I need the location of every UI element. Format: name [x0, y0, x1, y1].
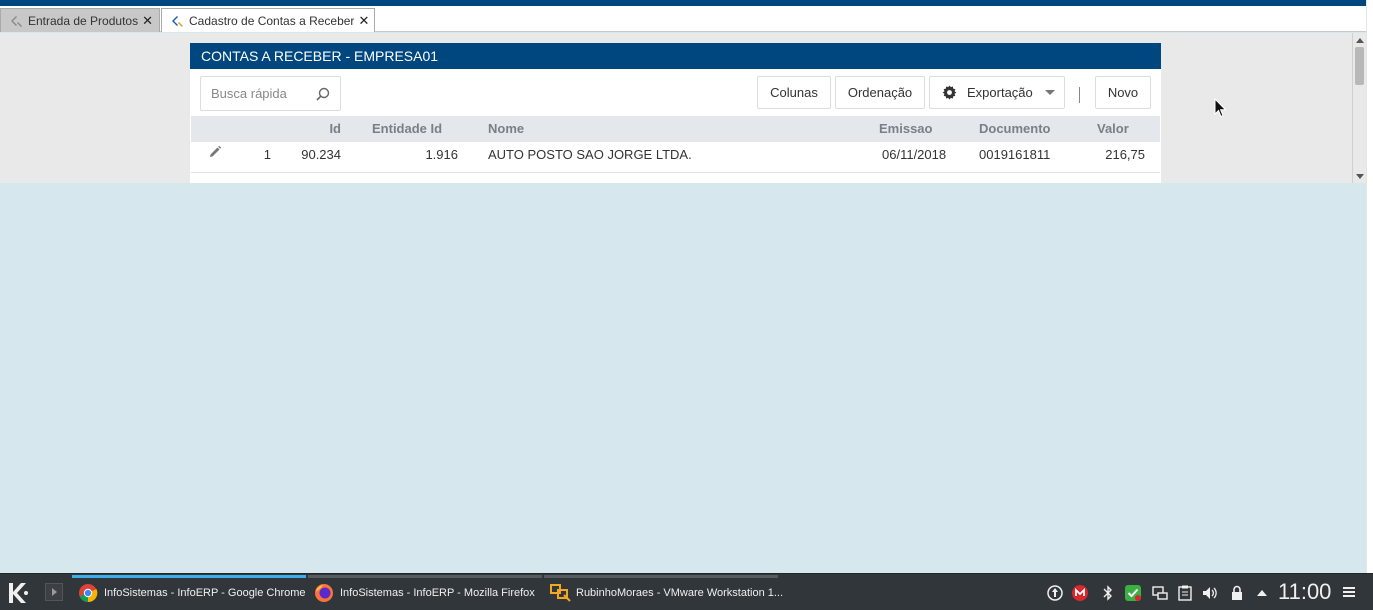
pager-icon[interactable] — [45, 583, 63, 601]
tray-expand-icon[interactable] — [1253, 584, 1271, 602]
lock-icon[interactable] — [1228, 584, 1246, 602]
tab-label: Cadastro de Contas a Receber — [189, 13, 355, 28]
vmware-icon — [550, 583, 571, 603]
search-box — [200, 76, 341, 111]
cell-valor: 216,75 — [1105, 147, 1145, 162]
ordenacao-button[interactable]: Ordenação — [835, 76, 925, 109]
sync-check-icon[interactable] — [1124, 584, 1142, 602]
column-header-id[interactable]: Id — [291, 116, 341, 142]
app-logo-icon — [9, 14, 24, 28]
column-header-documento[interactable]: Documento — [979, 116, 1051, 142]
column-header-entidade-id[interactable]: Entidade Id — [372, 116, 442, 142]
menu-icon[interactable] — [1343, 587, 1355, 597]
cell-emissao: 06/11/2018 — [882, 147, 947, 162]
chrome-icon — [78, 583, 98, 603]
firefox-icon — [314, 583, 334, 603]
grid-header: Id Entidade Id Nome Emissao Documento Va… — [191, 116, 1160, 142]
task-chrome[interactable]: InfoSistemas - InfoERP - Google Chrome — [72, 574, 306, 610]
bluetooth-icon[interactable] — [1099, 584, 1117, 602]
panel-title: CONTAS A RECEBER - EMPRESA01 — [190, 43, 1161, 69]
scroll-up-arrow-icon[interactable] — [1356, 38, 1364, 43]
volume-icon[interactable] — [1201, 584, 1219, 602]
task-label: RubinhoMoraes - VMware Workstation 1... — [576, 586, 784, 599]
network-icon[interactable] — [1151, 584, 1169, 602]
task-indicator — [72, 575, 306, 578]
toolbar-divider — [1079, 87, 1080, 103]
cell-id: 90.234 — [301, 147, 341, 162]
search-input[interactable] — [201, 77, 311, 110]
clock[interactable]: 11:00 — [1278, 577, 1331, 607]
mouse-cursor-icon — [1214, 97, 1228, 118]
column-header-valor[interactable]: Valor — [1097, 116, 1129, 142]
app-logo-icon — [170, 14, 185, 28]
table-row-partial[interactable] — [191, 174, 1160, 183]
cell-entidade-id: 1.916 — [425, 147, 458, 162]
task-firefox[interactable]: InfoSistemas - InfoERP - Mozilla Firefox — [308, 574, 542, 610]
colunas-button[interactable]: Colunas — [757, 76, 831, 109]
taskbar: InfoSistemas - InfoERP - Google Chrome I… — [0, 573, 1373, 610]
clipboard-icon[interactable] — [1176, 584, 1194, 602]
exportacao-button[interactable]: Exportação — [929, 76, 1065, 109]
kde-launcher-icon[interactable] — [6, 580, 32, 606]
tab-entrada-de-produtos[interactable]: Entrada de Produtos ✕ — [0, 8, 160, 32]
cell-documento: 0019161811 — [979, 147, 1051, 162]
toolbar: Colunas Ordenação Exportação Novo — [190, 69, 1161, 115]
scroll-down-arrow-icon[interactable] — [1356, 174, 1364, 179]
novo-button[interactable]: Novo — [1095, 76, 1151, 109]
task-vmware[interactable]: RubinhoMoraes - VMware Workstation 1... — [544, 574, 783, 610]
edit-pencil-icon[interactable] — [208, 142, 222, 157]
row-number: 1 — [263, 147, 271, 162]
tab-cadastro-de-contas-a-receber[interactable]: Cadastro de Contas a Receber ✕ — [161, 8, 375, 32]
close-icon[interactable]: ✕ — [142, 14, 153, 27]
column-header-nome[interactable]: Nome — [488, 116, 524, 142]
contas-panel: CONTAS A RECEBER - EMPRESA01 Colunas Ord… — [190, 43, 1161, 183]
task-label: InfoSistemas - InfoERP - Google Chrome — [104, 586, 306, 599]
close-icon[interactable]: ✕ — [358, 14, 369, 27]
gear-icon — [942, 85, 957, 100]
chevron-down-icon — [1044, 90, 1055, 95]
mega-icon[interactable] — [1071, 584, 1089, 602]
search-icon[interactable] — [316, 87, 330, 101]
update-icon[interactable] — [1046, 584, 1064, 602]
exportacao-label: Exportação — [967, 85, 1033, 100]
content-viewport: CONTAS A RECEBER - EMPRESA01 Colunas Ord… — [0, 33, 1352, 183]
tab-bar: Entrada de Produtos ✕ Cadastro de Contas… — [0, 6, 1366, 32]
vertical-scrollbar[interactable] — [1352, 33, 1366, 183]
task-indicator — [544, 575, 778, 578]
cell-nome: AUTO POSTO SAO JORGE LTDA. — [488, 147, 692, 162]
tab-label: Entrada de Produtos — [28, 13, 139, 28]
scrollbar-thumb[interactable] — [1355, 47, 1364, 85]
task-label: InfoSistemas - InfoERP - Mozilla Firefox — [340, 586, 535, 599]
window-edge — [1366, 0, 1373, 573]
column-header-emissao[interactable]: Emissao — [879, 116, 932, 142]
table-row[interactable]: 1 90.234 1.916 AUTO POSTO SAO JORGE LTDA… — [191, 142, 1160, 173]
task-indicator — [308, 575, 542, 578]
